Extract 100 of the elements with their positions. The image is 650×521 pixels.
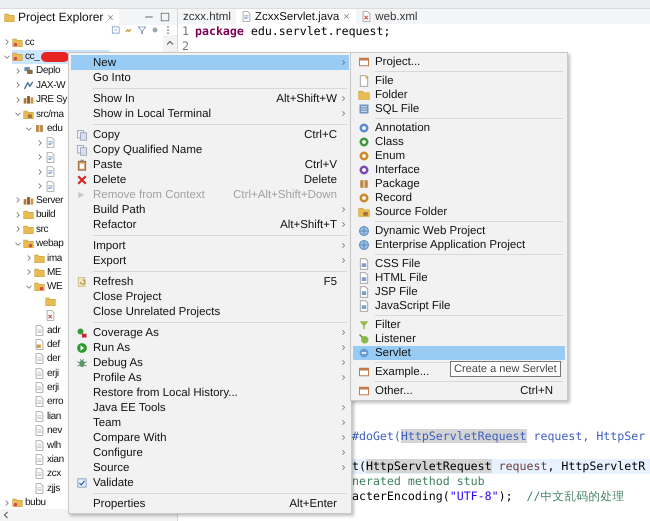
menu-item[interactable]: Compare With [71, 430, 349, 445]
tree-item[interactable]: def [34, 337, 61, 352]
tree-item[interactable]: webap [23, 236, 64, 251]
tree-item[interactable]: erro [34, 394, 64, 409]
menu-item[interactable]: Coverage As [71, 325, 349, 340]
menu-item[interactable]: Debug As [71, 355, 349, 370]
menu-item[interactable]: Show in Local Terminal [71, 106, 349, 121]
editor-tab[interactable]: zcxx.html [178, 9, 236, 24]
tree-item[interactable]: nev [34, 424, 63, 438]
menu-item[interactable]: Source [71, 460, 349, 475]
menu-item[interactable]: Java EE Tools [71, 400, 349, 415]
menu-item[interactable]: Validate [71, 475, 349, 490]
tree-item[interactable]: wlh [34, 438, 62, 452]
menu-item[interactable]: Dynamic Web Project [353, 224, 565, 238]
menu-item[interactable]: SQL File [353, 102, 565, 116]
tree-item[interactable]: der [34, 352, 62, 366]
tree-item[interactable]: edu [34, 122, 64, 136]
menu-item[interactable]: Refactor Alt+Shift+T [71, 217, 349, 232]
menu-item[interactable]: Source Folder [353, 205, 565, 219]
menu-item[interactable]: File [353, 74, 565, 88]
database-icon [358, 103, 370, 115]
folder-icon [23, 209, 34, 220]
tree-item[interactable]: bubu [12, 496, 47, 509]
menu-item[interactable]: Refresh F5 [71, 274, 349, 289]
tree-item[interactable]: erji [34, 380, 60, 395]
menu-item[interactable]: Enum [353, 149, 565, 163]
menu-item[interactable]: Properties Alt+Enter [71, 496, 349, 511]
menu-item[interactable]: Interface [353, 163, 565, 177]
menu-item[interactable]: Configure [71, 445, 349, 460]
document-icon [34, 368, 45, 379]
menu-item[interactable]: Class [353, 135, 565, 149]
menu-item[interactable]: CSS File [353, 257, 565, 271]
menu-item[interactable]: Delete Delete [71, 172, 349, 187]
tree-item[interactable]: WE [34, 280, 64, 294]
tree-item[interactable]: src/ma [23, 107, 65, 122]
tree-item[interactable]: build [23, 208, 56, 222]
tree-item[interactable]: src [23, 222, 50, 236]
editor-tab[interactable]: web.xml [356, 9, 422, 24]
tree-item[interactable]: zcx [34, 466, 62, 481]
menu-item[interactable]: Close Project [71, 289, 349, 304]
tree-item[interactable]: erji [34, 366, 60, 380]
tree-item[interactable] [45, 150, 57, 164]
menu-item[interactable]: JavaScript File [353, 299, 565, 313]
editor-tab[interactable]: ZcxxServlet.java [236, 9, 356, 24]
menu-item[interactable]: Servlet [353, 346, 565, 360]
tree-item[interactable]: xian [34, 452, 65, 467]
close-icon[interactable] [342, 12, 352, 21]
menu-item[interactable]: Copy Ctrl+C [71, 127, 349, 142]
menu-item[interactable]: Paste Ctrl+V [71, 157, 349, 172]
menu-item[interactable]: JSP File [353, 285, 565, 299]
menu-item[interactable]: Export [71, 253, 349, 268]
tree-item[interactable]: ME [34, 265, 62, 280]
menu-item[interactable]: Other... Ctrl+N [353, 384, 565, 398]
menu-item[interactable]: Team [71, 415, 349, 430]
collapse-all-icon[interactable] [111, 25, 121, 35]
tree-item[interactable]: zjjs [34, 481, 61, 496]
tree-item[interactable]: Deplo [23, 64, 62, 78]
menu-item[interactable]: Package [353, 177, 565, 191]
menu-item[interactable]: Restore from Local History... [71, 385, 349, 400]
menu-item[interactable]: New [71, 55, 349, 70]
filter-icon[interactable] [137, 25, 147, 35]
globe-icon [358, 239, 370, 251]
menu-item[interactable]: Folder [353, 88, 565, 102]
menu-item[interactable]: Record [353, 191, 565, 205]
project-icon [12, 51, 23, 62]
menu-item[interactable]: Go Into [71, 70, 349, 85]
clipboard-icon [76, 158, 88, 170]
tree-item[interactable]: adr [34, 323, 62, 337]
code-line: acterEncoding("UTF-8"); //中文乱码的处理 [352, 489, 624, 504]
menu-item[interactable]: HTML File [353, 271, 565, 285]
tree-item[interactable] [45, 164, 57, 179]
close-icon[interactable] [106, 12, 116, 22]
window-icon [358, 56, 370, 68]
menu-item[interactable]: Import [71, 238, 349, 253]
menu-item[interactable]: Show In Alt+Shift+W [71, 91, 349, 106]
tree-item[interactable]: lian [34, 409, 62, 424]
tree-item[interactable] [45, 179, 57, 194]
menu-item[interactable]: Copy Qualified Name [71, 142, 349, 157]
menu-item[interactable]: Close Unrelated Projects [71, 304, 349, 319]
code-line: #doGet(HttpServletRequest request, HttpSer [352, 429, 646, 444]
view-tab[interactable]: Project Explorer [0, 8, 120, 26]
tree-item[interactable]: JAX-W [23, 78, 66, 92]
tree-item[interactable] [45, 308, 57, 323]
menu-item[interactable]: Run As [71, 340, 349, 355]
menu-item[interactable]: Profile As [71, 370, 349, 385]
menu-item[interactable]: Project... [353, 55, 565, 69]
menu-item[interactable]: Annotation [353, 121, 565, 135]
tree-item[interactable]: Server [23, 193, 64, 208]
shortcut-label: Alt+Shift+W [275, 92, 337, 104]
tree-item[interactable]: cc [12, 35, 36, 50]
tree-item[interactable]: JRE Sy [23, 92, 68, 107]
menu-item[interactable]: Listener [353, 332, 565, 346]
tree-item[interactable] [45, 136, 57, 150]
document-icon [358, 286, 370, 298]
menu-item[interactable]: Filter [353, 318, 565, 332]
deployment-icon [23, 65, 34, 76]
menu-item[interactable]: Enterprise Application Project [353, 238, 565, 252]
menu-item[interactable]: Build Path [71, 202, 349, 217]
tree-item[interactable]: ima [34, 251, 63, 266]
maximize-icon[interactable] [159, 11, 171, 23]
